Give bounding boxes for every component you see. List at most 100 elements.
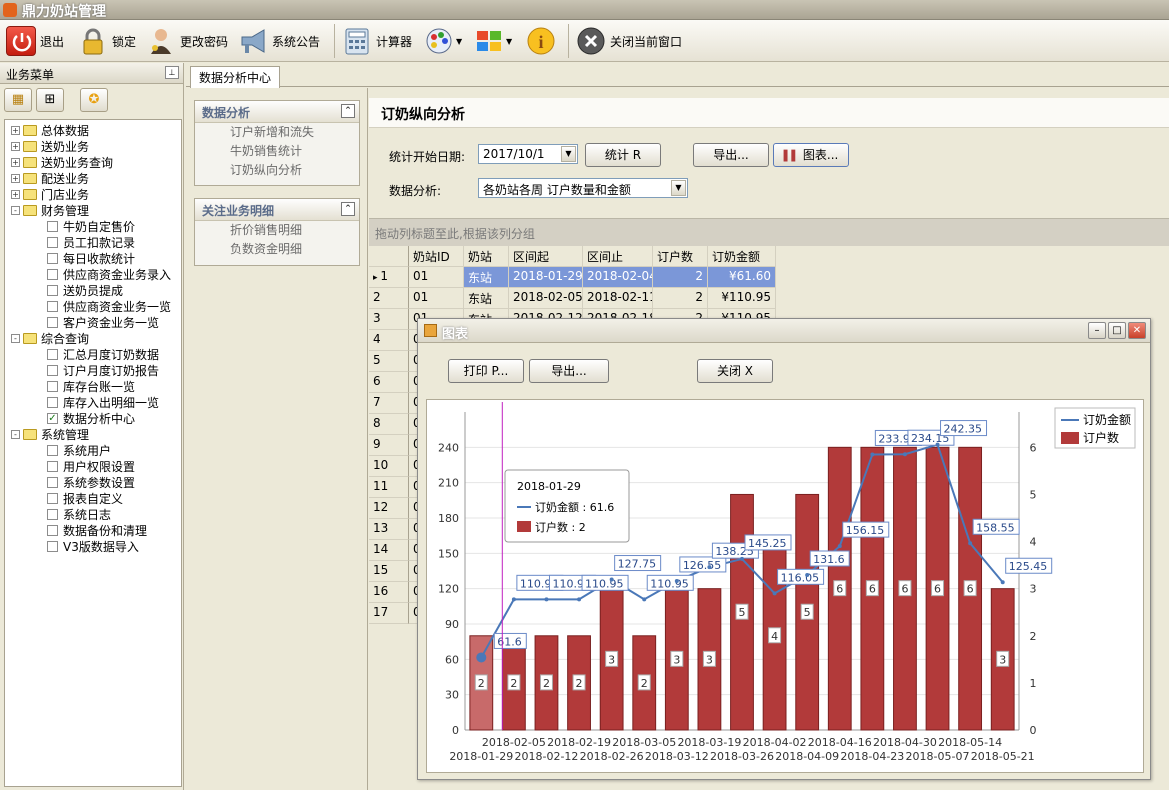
grid-cell[interactable]: ¥61.60	[708, 267, 776, 288]
row-header[interactable]: 14	[369, 540, 409, 561]
exit-button[interactable]: 退出	[6, 24, 64, 58]
menu-tree-item[interactable]: 报表自定义	[47, 490, 123, 506]
menu-tree-item[interactable]: 系统用户	[47, 442, 111, 458]
table-row[interactable]: ▸ 1 01 东站 2018-01-29 2018-02-04 2 ¥61.60	[369, 267, 776, 288]
grid-column-header[interactable]: 区间起	[509, 246, 583, 267]
change-password-button[interactable]: 更改密码	[146, 24, 228, 58]
about-button[interactable]: i	[526, 24, 556, 58]
nav-item-vertical-analysis[interactable]: 订奶纵向分析	[195, 161, 359, 180]
expand-icon[interactable]: +	[11, 141, 20, 151]
menu-tree-item[interactable]: 用户权限设置	[47, 458, 135, 474]
menu-tree-item[interactable]: 客户资金业务一览	[47, 314, 159, 330]
menu-tree-item[interactable]: 库存入出明细一览	[47, 394, 159, 410]
grid-cell[interactable]: 2	[653, 288, 708, 309]
row-header[interactable]: 6	[369, 372, 409, 393]
favorites-button[interactable]: ✪	[80, 88, 108, 112]
grid-cell[interactable]: 2018-02-11	[583, 288, 653, 309]
menu-tree-item[interactable]: - 系统管理	[11, 426, 89, 442]
checked-checkbox-icon[interactable]: ✓	[47, 412, 58, 424]
grid-column-header[interactable]: 奶站	[464, 246, 509, 267]
menu-tree-item[interactable]: 供应商资金业务一览	[47, 298, 171, 314]
nav-item-negative-funds[interactable]: 负数资金明细	[195, 240, 359, 259]
checkbox-icon[interactable]	[47, 476, 58, 488]
checkbox-icon[interactable]	[47, 508, 58, 520]
menu-tree-item[interactable]: 汇总月度订奶数据	[47, 346, 159, 362]
collapse-icon[interactable]: -	[11, 333, 20, 343]
pin-icon[interactable]: ⊥	[165, 66, 179, 79]
lock-button[interactable]: 锁定	[78, 24, 136, 58]
grid-cell[interactable]: 01	[409, 267, 464, 288]
row-header[interactable]: 7	[369, 393, 409, 414]
expand-icon[interactable]: +	[11, 125, 20, 135]
checkbox-icon[interactable]	[47, 492, 58, 504]
menu-tree-item[interactable]: V3版数据导入	[47, 538, 139, 554]
row-header[interactable]: 5	[369, 351, 409, 372]
checkbox-icon[interactable]	[47, 540, 58, 552]
menu-tree-item[interactable]: 供应商资金业务录入	[47, 266, 171, 282]
checkbox-icon[interactable]	[47, 300, 58, 312]
palette-dropdown[interactable]: ▼	[424, 24, 462, 58]
row-header[interactable]: 3	[369, 309, 409, 330]
grid-column-header[interactable]: 区间止	[583, 246, 653, 267]
row-header[interactable]: ▸ 1	[369, 267, 409, 288]
grid-cell[interactable]: 2018-02-05	[509, 288, 583, 309]
expand-icon[interactable]: +	[11, 189, 20, 199]
minimize-icon[interactable]: –	[1088, 322, 1106, 339]
row-header[interactable]: 15	[369, 561, 409, 582]
expand-icon[interactable]: +	[11, 173, 20, 183]
maximize-icon[interactable]: □	[1108, 322, 1126, 339]
menu-tree-item[interactable]: ✓ 数据分析中心	[47, 410, 135, 426]
chevron-down-icon[interactable]: ▼	[561, 146, 576, 162]
grid-cell[interactable]: 2018-02-04	[583, 267, 653, 288]
grid-cell[interactable]: 东站	[464, 267, 509, 288]
group-header[interactable]: 数据分析 ⌃	[195, 101, 359, 123]
checkbox-icon[interactable]	[47, 396, 58, 408]
menu-tree-item[interactable]: + 送奶业务查询	[11, 154, 113, 170]
menu-tree-item[interactable]: 系统参数设置	[47, 474, 135, 490]
checkbox-icon[interactable]	[47, 460, 58, 472]
grid-cell[interactable]: 东站	[464, 288, 509, 309]
print-button[interactable]: 打印 P...	[448, 359, 524, 383]
checkbox-icon[interactable]	[47, 268, 58, 280]
expand-icon[interactable]: +	[11, 157, 20, 167]
row-header[interactable]: 8	[369, 414, 409, 435]
chevron-down-icon[interactable]: ▼	[671, 180, 686, 196]
grid-cell[interactable]: 01	[409, 288, 464, 309]
checkbox-icon[interactable]	[47, 444, 58, 456]
collapse-icon[interactable]: ⌃	[341, 104, 355, 118]
group-header[interactable]: 关注业务明细 ⌃	[195, 199, 359, 221]
menu-tree-item[interactable]: + 送奶业务	[11, 138, 89, 154]
menu-tree-item[interactable]: 员工扣款记录	[47, 234, 135, 250]
nav-item-milk-sales[interactable]: 牛奶销售统计	[195, 142, 359, 161]
collapse-icon[interactable]: ⌃	[341, 202, 355, 216]
windows-dropdown[interactable]: ▼	[474, 24, 512, 58]
grid-cell[interactable]: ¥110.95	[708, 288, 776, 309]
calculator-button[interactable]: 计算器	[342, 24, 412, 58]
tree-view-button[interactable]: ▦	[4, 88, 32, 112]
checkbox-icon[interactable]	[47, 252, 58, 264]
collapse-icon[interactable]: -	[11, 205, 20, 215]
nav-item-subscriber-growth[interactable]: 订户新增和流失	[195, 123, 359, 142]
announcement-button[interactable]: 系统公告	[238, 24, 320, 58]
row-header[interactable]: 11	[369, 477, 409, 498]
tab-data-analysis-center[interactable]: 数据分析中心	[190, 66, 281, 88]
checkbox-icon[interactable]	[47, 380, 58, 392]
nav-item-discount-sales[interactable]: 折价销售明细	[195, 221, 359, 240]
stat-button[interactable]: 统计 R	[585, 143, 661, 167]
row-header[interactable]: 9	[369, 435, 409, 456]
grid-column-header[interactable]: 订户数	[653, 246, 708, 267]
chart-export-button[interactable]: 导出...	[529, 359, 609, 383]
checkbox-icon[interactable]	[47, 316, 58, 328]
chart-close-button[interactable]: 关闭 X	[697, 359, 773, 383]
checkbox-icon[interactable]	[47, 364, 58, 376]
menu-tree-item[interactable]: 数据备份和清理	[47, 522, 147, 538]
row-header[interactable]: 13	[369, 519, 409, 540]
grid-column-header[interactable]: 订奶金额	[708, 246, 776, 267]
checkbox-icon[interactable]	[47, 236, 58, 248]
row-header[interactable]: 4	[369, 330, 409, 351]
menu-tree-item[interactable]: 库存台账一览	[47, 378, 135, 394]
menu-tree-item[interactable]: + 总体数据	[11, 122, 89, 138]
grid-column-header[interactable]: 奶站ID	[409, 246, 464, 267]
menu-tree-item[interactable]: 每日收款统计	[47, 250, 135, 266]
menu-tree-item[interactable]: 送奶员提成	[47, 282, 123, 298]
